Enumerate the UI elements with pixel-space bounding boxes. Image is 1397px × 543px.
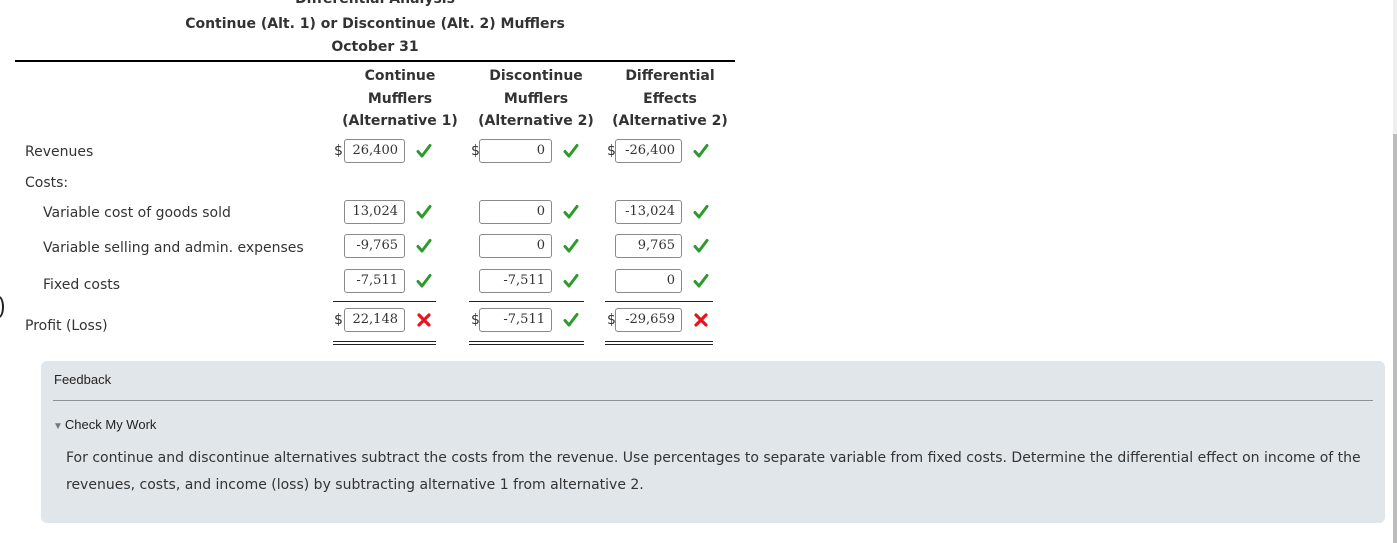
total-double-rule [605,341,713,342]
revenues-alt1-input[interactable]: 26,400 [344,139,405,163]
column-header-line: Differential [625,68,715,84]
column-header-continue: Continue Mufflers (Alternative 1) [330,65,470,133]
row-label-fixed-costs: Fixed costs [43,277,121,293]
column-header-discontinue: Discontinue Mufflers (Alternative 2) [466,65,606,133]
profit-loss-alt2-input[interactable]: -7,511 [479,308,552,332]
fixed-costs-differential-input[interactable]: 0 [615,269,682,293]
total-double-rule [605,344,713,345]
check-my-work-label: Check My Work [64,417,157,432]
fixed-costs-alt1-input[interactable]: -7,511 [344,269,405,293]
check-icon [693,204,709,220]
check-icon [416,238,432,254]
total-double-rule [469,344,584,345]
profit-loss-differential-input[interactable]: -29,659 [615,308,682,332]
row-label-variable-selling: Variable selling and admin. expenses [43,240,304,256]
check-icon [563,238,579,254]
check-my-work-toggle[interactable]: ▼ Check My Work [53,417,156,432]
profit-loss-alt1-input[interactable]: 22,148 [344,308,405,332]
check-icon [563,312,579,328]
triangle-down-icon: ▼ [53,421,63,432]
column-header-line: (Alternative 2) [612,113,728,129]
column-header-differential: Differential Effects (Alternative 2) [603,65,737,133]
check-icon [693,238,709,254]
total-double-rule [333,344,436,345]
check-icon [563,143,579,159]
variable-cogs-alt1-input[interactable]: 13,024 [344,200,405,224]
column-header-line: (Alternative 1) [342,113,458,129]
dollar-sign: $ [334,312,343,328]
x-icon [416,312,432,328]
variable-cogs-alt2-input[interactable]: 0 [479,200,552,224]
check-icon [563,273,579,289]
check-icon [693,273,709,289]
check-icon [416,204,432,220]
column-header-line: Effects [643,90,697,107]
total-double-rule [333,341,436,342]
feedback-divider [53,400,1373,401]
feedback-panel: Feedback ▼ Check My Work For continue and… [41,361,1385,523]
feedback-title: Feedback [54,372,112,387]
subtotal-rule [333,301,436,302]
check-icon [416,143,432,159]
revenues-alt2-input[interactable]: 0 [479,139,552,163]
left-edge-control-fragment [0,296,4,318]
revenues-differential-input[interactable]: -26,400 [615,139,682,163]
variable-selling-differential-input[interactable]: 9,765 [615,234,682,258]
total-double-rule [469,341,584,342]
report-title: Differential Analysis [15,0,735,7]
column-header-line: Mufflers [503,90,569,107]
fixed-costs-alt2-input[interactable]: -7,511 [479,269,552,293]
subtotal-rule [469,301,584,302]
column-header-line: (Alternative 2) [478,113,594,129]
row-label-revenues: Revenues [25,144,94,160]
row-label-costs: Costs: [25,175,69,191]
feedback-text: For continue and discontinue alternative… [66,450,1361,493]
check-icon [563,204,579,220]
scrollbar-thumb[interactable] [1393,134,1397,543]
x-icon [693,312,709,328]
row-label-profit-loss: Profit (Loss) [25,318,108,334]
column-header-line: Discontinue [489,68,583,84]
subtotal-rule [605,301,713,302]
report-subtitle: Continue (Alt. 1) or Discontinue (Alt. 2… [185,16,565,32]
variable-cogs-differential-input[interactable]: -13,024 [615,200,682,224]
variable-selling-alt1-input[interactable]: -9,765 [344,234,405,258]
dollar-sign: $ [334,143,343,159]
header-divider [15,60,735,62]
check-icon [416,273,432,289]
report-date: October 31 [331,39,419,55]
check-icon [693,143,709,159]
row-label-variable-cogs: Variable cost of goods sold [43,205,231,221]
column-header-line: Mufflers [367,90,433,107]
column-header-line: Continue [364,68,436,84]
variable-selling-alt2-input[interactable]: 0 [479,234,552,258]
